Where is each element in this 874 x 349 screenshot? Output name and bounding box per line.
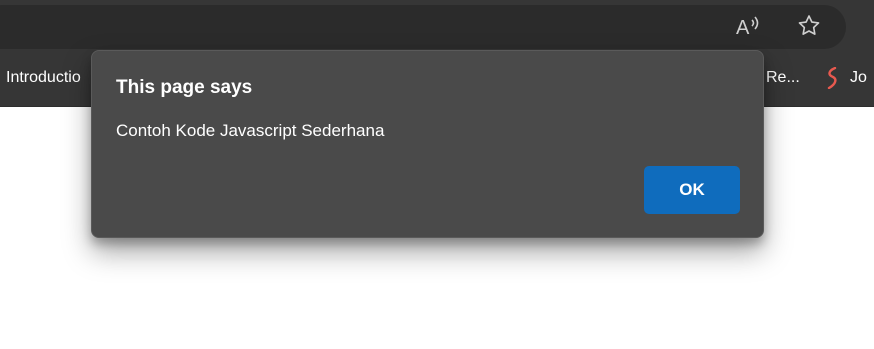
bookmark-label: Introductio bbox=[6, 69, 81, 86]
bookmark-favicon-icon bbox=[826, 67, 838, 89]
bookmark-label: Jo bbox=[850, 69, 867, 86]
bookmark-item-re[interactable]: Re... bbox=[766, 52, 800, 104]
bookmark-item-jo[interactable]: Jo bbox=[826, 52, 874, 104]
alert-dialog: This page says Contoh Kode Javascript Se… bbox=[91, 50, 764, 238]
bookmark-label: Re... bbox=[766, 69, 800, 86]
read-aloud-icon[interactable]: A bbox=[731, 8, 767, 44]
browser-toolbar: A bbox=[0, 0, 874, 52]
svg-text:A: A bbox=[736, 17, 750, 37]
ok-button[interactable]: OK bbox=[644, 166, 740, 214]
address-bar[interactable] bbox=[0, 5, 846, 49]
favorite-star-icon[interactable] bbox=[791, 8, 827, 44]
dialog-title: This page says bbox=[116, 77, 253, 98]
dialog-message: Contoh Kode Javascript Sederhana bbox=[116, 121, 385, 140]
